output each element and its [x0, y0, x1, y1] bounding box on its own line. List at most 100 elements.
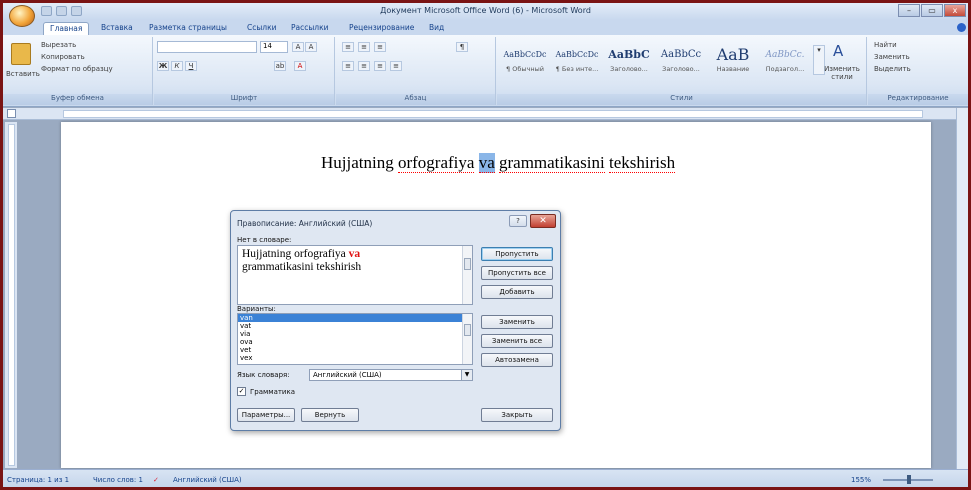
options-button[interactable]: Параметры...: [237, 408, 295, 422]
align-right-button[interactable]: ≡: [374, 61, 386, 71]
paste-button[interactable]: Вставить: [6, 70, 40, 78]
chevron-down-icon[interactable]: ▼: [461, 370, 472, 380]
close-window-button[interactable]: x: [944, 4, 966, 17]
grow-font-button[interactable]: A: [292, 42, 304, 52]
office-button[interactable]: [9, 5, 35, 27]
replace-word-button[interactable]: Заменить: [481, 315, 553, 329]
font-group-label: Шрифт: [154, 94, 334, 105]
tab-insert[interactable]: Вставка: [95, 22, 139, 35]
style-subtitle[interactable]: AaBbCc. Подзагол...: [759, 45, 811, 79]
font-name-select[interactable]: [157, 41, 257, 53]
find-button[interactable]: Найти: [874, 41, 897, 49]
maximize-button[interactable]: ▭: [921, 4, 943, 17]
status-bar: Страница: 1 из 1 Число слов: 1 ✓ Английс…: [3, 469, 968, 487]
add-to-dictionary-button[interactable]: Добавить: [481, 285, 553, 299]
suggestion-item[interactable]: vat: [238, 322, 472, 330]
doc-word: grammatikasini: [498, 153, 605, 173]
shrink-font-button[interactable]: A: [305, 42, 317, 52]
error-word: va: [348, 248, 361, 260]
document-text[interactable]: Hujjatning orfografiya va grammatikasini…: [321, 153, 676, 173]
selected-language: Английский (США): [313, 371, 382, 379]
style-preview: AaB: [716, 45, 750, 64]
tab-review[interactable]: Рецензирование: [343, 22, 420, 35]
dialog-close-button[interactable]: ✕: [530, 214, 556, 228]
style-heading-1[interactable]: AaBbC Заголово...: [603, 45, 655, 79]
autocorrect-button[interactable]: Автозамена: [481, 353, 553, 367]
tab-references[interactable]: Ссылки: [241, 22, 282, 35]
page-count[interactable]: Страница: 1 из 1: [7, 476, 69, 484]
suggestion-item[interactable]: via: [238, 330, 472, 338]
change-styles-button[interactable]: Изменить стили: [819, 65, 865, 81]
font-color-button[interactable]: A: [294, 61, 306, 71]
replace-all-button[interactable]: Заменить все: [481, 334, 553, 348]
sentence-text: grammatikasini tekshirish: [242, 261, 362, 273]
numbering-button[interactable]: ≡: [358, 42, 370, 52]
word-count[interactable]: Число слов: 1: [93, 476, 143, 484]
tab-mailings[interactable]: Рассылки: [285, 22, 335, 35]
suggestions-scrollbar[interactable]: [462, 314, 472, 364]
zoom-slider-thumb[interactable]: [907, 475, 911, 484]
scroll-thumb[interactable]: [464, 258, 471, 270]
cut-button[interactable]: Вырезать: [41, 41, 76, 49]
editing-group: Найти Заменить Выделить Редактирование: [868, 37, 968, 105]
justify-button[interactable]: ≡: [390, 61, 402, 71]
style-name: Название: [716, 65, 750, 73]
style-name: Заголово...: [662, 65, 700, 73]
italic-button[interactable]: К: [171, 61, 183, 71]
highlight-button[interactable]: ab: [274, 61, 286, 71]
undo-button[interactable]: Вернуть: [301, 408, 359, 422]
paragraph-group: ≡ ≡ ≡ ≡ ≡ ≡ ≡ ¶ Абзац: [336, 37, 496, 105]
align-center-button[interactable]: ≡: [358, 61, 370, 71]
scroll-thumb[interactable]: [464, 324, 471, 336]
skip-button[interactable]: Пропустить: [481, 247, 553, 261]
minimize-button[interactable]: –: [898, 4, 920, 17]
grammar-checkbox[interactable]: ✓: [237, 387, 246, 396]
dialog-help-button[interactable]: ?: [509, 215, 527, 227]
multilevel-list-button[interactable]: ≡: [374, 42, 386, 52]
language-indicator[interactable]: Английский (США): [173, 476, 242, 484]
show-marks-button[interactable]: ¶: [456, 42, 468, 52]
word-window: Документ Microsoft Office Word (6) - Mic…: [0, 0, 971, 490]
suggestion-item[interactable]: van: [238, 314, 472, 322]
font-size-select[interactable]: 14: [260, 41, 288, 53]
tab-home[interactable]: Главная: [43, 22, 90, 35]
style-preview: AaBbCc.: [765, 50, 805, 60]
vertical-scrollbar[interactable]: [956, 108, 968, 469]
paste-icon[interactable]: [11, 43, 31, 65]
help-icon[interactable]: [957, 23, 966, 32]
suggestion-item[interactable]: ova: [238, 338, 472, 346]
style-title[interactable]: AaB Название: [707, 45, 759, 79]
suggestions-list[interactable]: van vat via ova vet vex: [237, 313, 473, 365]
suggestion-item[interactable]: vet: [238, 346, 472, 354]
suggestion-item[interactable]: vex: [238, 354, 472, 362]
title-bar: Документ Microsoft Office Word (6) - Mic…: [3, 3, 968, 20]
dictionary-language-select[interactable]: Английский (США) ▼: [309, 369, 473, 381]
style-preview: AaBbCc: [660, 49, 702, 60]
format-painter-button[interactable]: Формат по образцу: [41, 65, 113, 73]
tab-page-layout[interactable]: Разметка страницы: [143, 22, 233, 35]
style-normal[interactable]: AaBbCcDc ¶ Обычный: [499, 45, 551, 79]
proofing-icon[interactable]: ✓: [153, 476, 159, 484]
grammar-label: Грамматика: [250, 388, 295, 396]
skip-all-button[interactable]: Пропустить все: [481, 266, 553, 280]
vertical-ruler: [5, 122, 17, 468]
tab-selector[interactable]: [7, 109, 16, 118]
close-dialog-button[interactable]: Закрыть: [481, 408, 553, 422]
tab-view[interactable]: Вид: [423, 22, 450, 35]
replace-button[interactable]: Заменить: [874, 53, 910, 61]
style-no-spacing[interactable]: AaBbCcDc ¶ Без инте...: [551, 45, 603, 79]
horizontal-ruler[interactable]: [63, 110, 923, 118]
select-button[interactable]: Выделить: [874, 65, 911, 73]
bold-button[interactable]: Ж: [157, 61, 169, 71]
clipboard-group-label: Буфер обмена: [3, 94, 152, 105]
underline-button[interactable]: Ч: [185, 61, 197, 71]
bullets-button[interactable]: ≡: [342, 42, 354, 52]
zoom-level[interactable]: 155%: [851, 476, 871, 484]
not-in-dictionary-text[interactable]: Hujjatning orfografiya va grammatikasini…: [237, 245, 473, 305]
suggestions-label: Варианты:: [237, 305, 276, 313]
text-scrollbar[interactable]: [462, 246, 472, 304]
style-heading-2[interactable]: AaBbCc Заголово...: [655, 45, 707, 79]
align-left-button[interactable]: ≡: [342, 61, 354, 71]
copy-button[interactable]: Копировать: [41, 53, 85, 61]
window-title: Документ Microsoft Office Word (6) - Mic…: [380, 6, 591, 15]
